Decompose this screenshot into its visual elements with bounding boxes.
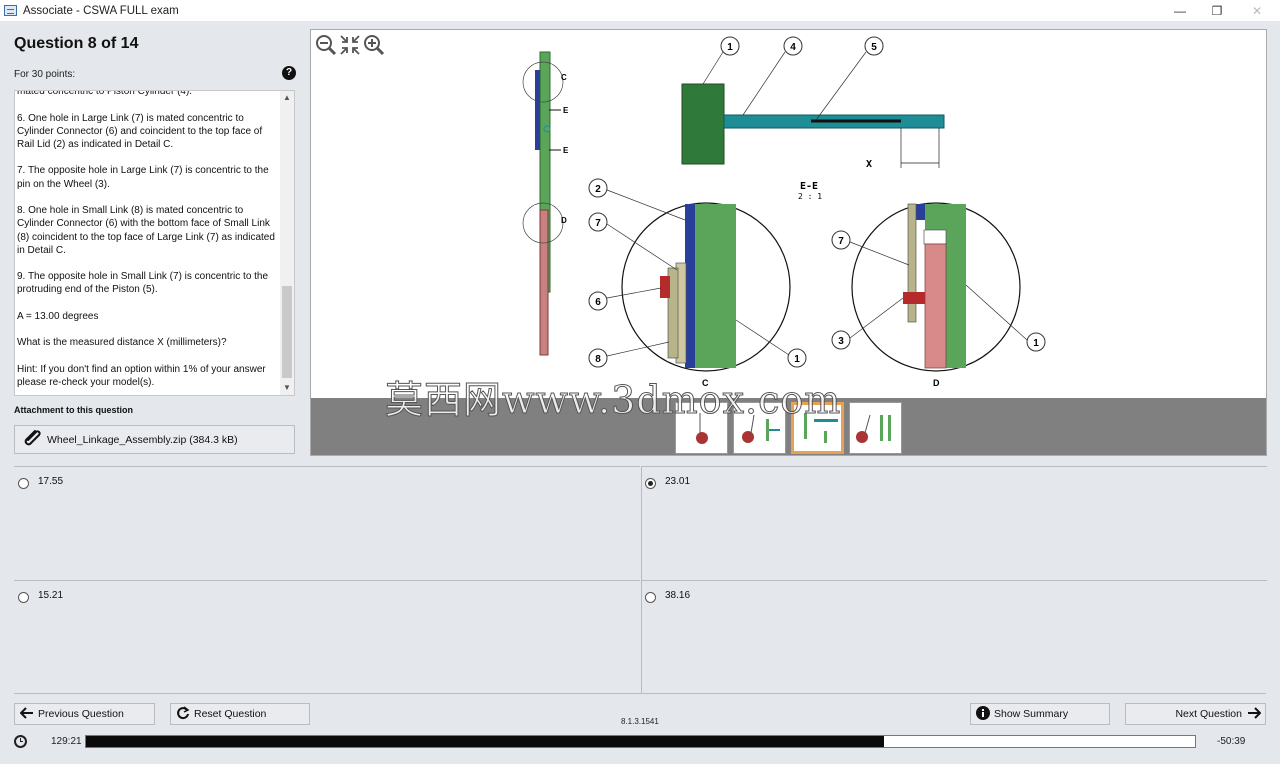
previous-question-button[interactable]: Previous Question bbox=[14, 703, 155, 725]
answer-divider bbox=[641, 466, 642, 693]
balloon: 1 bbox=[1033, 338, 1039, 349]
arrow-left-icon bbox=[19, 707, 34, 721]
question-paragraph: 7. The opposite hole in Large Link (7) i… bbox=[17, 165, 269, 190]
answer-label: 23.01 bbox=[665, 476, 691, 487]
balloon: 6 bbox=[595, 297, 601, 308]
time-progress-bar bbox=[85, 735, 1196, 748]
show-summary-button[interactable]: Show Summary bbox=[970, 703, 1110, 725]
answer-radio[interactable] bbox=[18, 478, 29, 489]
question-paragraph: A = 13.00 degrees bbox=[17, 310, 99, 322]
answer-label: 17.55 bbox=[38, 476, 64, 487]
scroll-down-arrow-icon[interactable]: ▼ bbox=[280, 381, 294, 395]
exam-panel: Question 8 of 14 For 30 points: ? mated … bbox=[0, 21, 1280, 764]
balloon: 1 bbox=[727, 42, 733, 53]
arrow-right-icon bbox=[1247, 707, 1262, 721]
answer-option-3[interactable]: 15.21 bbox=[14, 580, 640, 694]
attachment-file-name: Wheel_Linkage_Assembly.zip (384.3 kB) bbox=[47, 433, 238, 446]
watermark-logo: 莫西网www.3dmox.com bbox=[384, 378, 842, 423]
question-text: mated concentric to Piston Cylinder (4).… bbox=[17, 90, 279, 395]
minimize-button[interactable]: — bbox=[1160, 0, 1200, 21]
question-paragraph: 9. The opposite hole in Small Link (7) i… bbox=[17, 271, 269, 296]
drawing-canvas[interactable]: C E E D X E-E 2 : 1 C D 1 4 5 2 7 6 8 1 … bbox=[311, 30, 1266, 398]
section-label: E-E bbox=[800, 181, 818, 192]
show-summary-label: Show Summary bbox=[994, 708, 1069, 720]
view-mark-e-bottom: E bbox=[563, 146, 569, 155]
section-scale: 2 : 1 bbox=[798, 192, 822, 201]
view-mark-c: C bbox=[561, 73, 567, 82]
attachment-heading: Attachment to this question bbox=[14, 405, 133, 415]
thumbnail-4[interactable] bbox=[849, 402, 902, 454]
answer-radio[interactable] bbox=[18, 592, 29, 603]
answer-radio-selected[interactable] bbox=[645, 478, 656, 489]
balloon: 4 bbox=[790, 42, 796, 53]
dimension-x: X bbox=[866, 159, 872, 170]
info-icon bbox=[976, 706, 990, 722]
answer-option-4[interactable]: 38.16 bbox=[641, 580, 1267, 694]
question-paragraph: 8. One hole in Small Link (8) is mated c… bbox=[17, 205, 275, 256]
window-title: Associate - CSWA FULL exam bbox=[23, 4, 179, 17]
title-bar: Associate - CSWA FULL exam — ❐ ✕ bbox=[0, 0, 1280, 21]
clock-icon bbox=[14, 735, 27, 748]
reset-question-button[interactable]: Reset Question bbox=[170, 703, 310, 725]
timer-bar: 129:21 -50:39 bbox=[14, 733, 1266, 751]
balloon: 7 bbox=[838, 236, 844, 247]
close-button[interactable]: ✕ bbox=[1237, 0, 1277, 21]
section-ee-view bbox=[681, 83, 945, 168]
help-icon[interactable]: ? bbox=[282, 66, 296, 80]
detail-d-view bbox=[851, 202, 1021, 372]
reset-icon bbox=[176, 706, 190, 722]
balloon: 7 bbox=[595, 218, 601, 229]
question-paragraph: 6. One hole in Large Link (7) is mated c… bbox=[17, 112, 263, 150]
answer-options: 17.55 23.01 15.21 38.16 bbox=[14, 466, 1267, 694]
question-paragraph: Hint: If you don't find an option within… bbox=[17, 363, 266, 389]
scroll-up-arrow-icon[interactable]: ▲ bbox=[280, 91, 294, 105]
app-icon bbox=[4, 5, 17, 16]
view-mark-d: D bbox=[561, 216, 567, 225]
next-question-label: Next Question bbox=[1175, 708, 1242, 720]
reset-question-label: Reset Question bbox=[194, 708, 267, 720]
question-paragraph: What is the measured distance X (millime… bbox=[17, 337, 227, 349]
assembly-drawing: C E E D X E-E 2 : 1 C D 1 4 5 2 7 6 8 1 … bbox=[522, 36, 1046, 388]
question-scrollbar[interactable]: ▲ ▼ bbox=[280, 91, 294, 395]
answer-label: 38.16 bbox=[665, 590, 691, 601]
balloon: 5 bbox=[871, 42, 877, 53]
restore-button[interactable]: ❐ bbox=[1197, 0, 1237, 21]
time-elapsed: 129:21 bbox=[51, 736, 82, 747]
zoom-in-icon[interactable] bbox=[363, 34, 385, 56]
points-label: For 30 points: bbox=[14, 69, 76, 80]
attachment-file-button[interactable]: Wheel_Linkage_Assembly.zip (384.3 kB) bbox=[14, 425, 295, 454]
answer-divider bbox=[14, 693, 1266, 694]
detail-d-label: D bbox=[933, 378, 940, 388]
paperclip-icon bbox=[21, 428, 45, 451]
answer-option-1[interactable]: 17.55 bbox=[14, 466, 640, 580]
answer-radio[interactable] bbox=[645, 592, 656, 603]
answer-option-2[interactable]: 23.01 bbox=[641, 466, 1267, 580]
fit-to-screen-icon[interactable] bbox=[339, 34, 361, 56]
time-progress-fill bbox=[86, 736, 885, 747]
version-label: 8.1.3.1541 bbox=[621, 717, 659, 726]
answer-label: 15.21 bbox=[38, 590, 64, 601]
scroll-thumb[interactable] bbox=[282, 286, 292, 378]
zoom-out-icon[interactable] bbox=[315, 34, 337, 56]
question-paragraph: mated concentric to Piston Cylinder (4). bbox=[17, 90, 193, 97]
side-view bbox=[522, 51, 564, 356]
time-remaining: -50:39 bbox=[1217, 736, 1246, 747]
question-title: Question 8 of 14 bbox=[14, 35, 139, 52]
zoom-toolbar bbox=[315, 34, 385, 56]
balloon: 2 bbox=[595, 184, 601, 195]
balloon: 1 bbox=[794, 354, 800, 365]
balloon: 8 bbox=[595, 354, 601, 365]
view-mark-e-top: E bbox=[563, 106, 569, 115]
detail-c-view bbox=[621, 202, 791, 372]
next-question-button[interactable]: Next Question bbox=[1125, 703, 1266, 725]
previous-question-label: Previous Question bbox=[38, 708, 124, 720]
question-text-box[interactable]: mated concentric to Piston Cylinder (4).… bbox=[14, 90, 295, 396]
balloon: 3 bbox=[838, 336, 844, 347]
